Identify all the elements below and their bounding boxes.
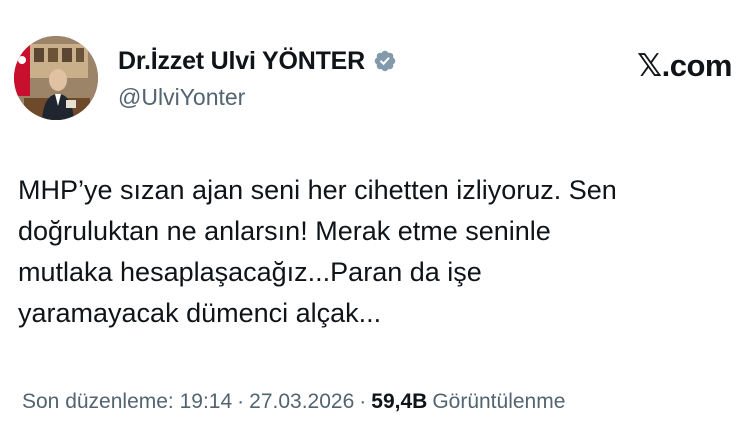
avatar-photo (14, 36, 98, 120)
tweet-meta: Son düzenleme: 19:14 · 27.03.2026 · 59,4… (22, 390, 565, 414)
author-display-name[interactable]: Dr.İzzet Ulvi YÖNTER (118, 47, 365, 76)
tweet-date[interactable]: 27.03.2026 (249, 390, 354, 414)
author-handle[interactable]: @UlviYonter (118, 84, 245, 111)
tweet-card: Dr.İzzet Ulvi YÖNTER @UlviYonter 𝕏.com M… (0, 0, 750, 426)
views-label: Görüntülenme (432, 390, 566, 413)
brand-watermark: 𝕏.com (637, 46, 732, 86)
brand-text: 𝕏.com (637, 48, 732, 83)
meta-separator: · (237, 390, 245, 413)
tweet-text: MHP’ye sızan ajan seni her cihetten izli… (18, 175, 617, 328)
author-name-row: Dr.İzzet Ulvi YÖNTER (118, 44, 397, 78)
meta-separator: · (359, 390, 367, 413)
verified-badge-icon (374, 50, 396, 72)
avatar[interactable] (14, 36, 98, 120)
views-count: 59,4B (371, 390, 428, 413)
edited-label[interactable]: Son düzenleme: 19:14 (22, 390, 232, 414)
